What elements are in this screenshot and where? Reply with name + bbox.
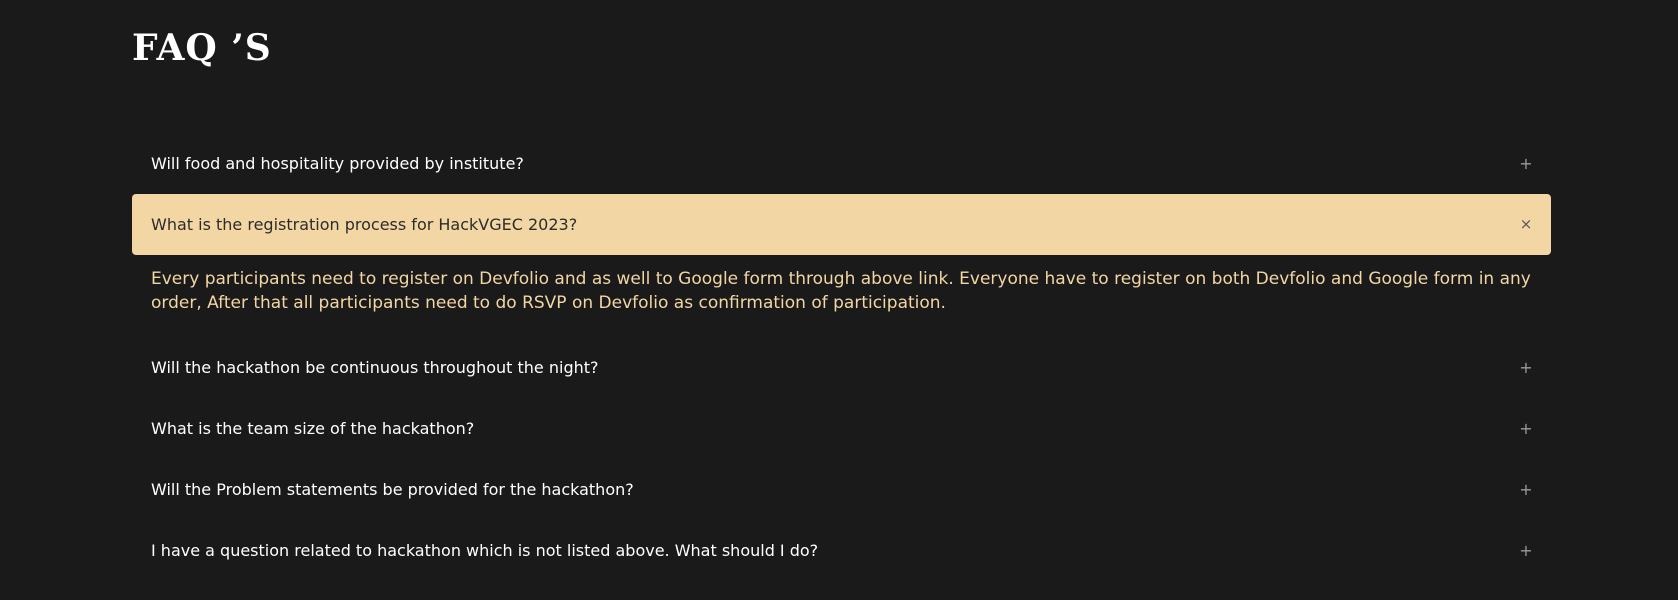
faq-question-text: What is the registration process for Hac… xyxy=(151,215,578,234)
faq-question-text: Will food and hospitality provided by in… xyxy=(151,154,524,173)
faq-section: FAQ ’S Will food and hospitality provide… xyxy=(0,0,1678,600)
plus-icon[interactable]: + xyxy=(1519,481,1533,498)
faq-question-button[interactable]: I have a question related to hackathon w… xyxy=(132,520,1551,581)
plus-icon[interactable]: + xyxy=(1519,420,1533,437)
faq-question-button[interactable]: Will the hackathon be continuous through… xyxy=(132,337,1551,398)
faq-answer: Every participants need to register on D… xyxy=(151,269,1531,313)
faq-question-text: What is the team size of the hackathon? xyxy=(151,419,475,438)
faq-item: Will the Problem statements be provided … xyxy=(132,459,1551,520)
faq-question-text: Will the hackathon be continuous through… xyxy=(151,358,599,377)
faq-item: Will food and hospitality provided by in… xyxy=(132,133,1551,194)
faq-item: Will the hackathon be continuous through… xyxy=(132,337,1551,398)
faq-list: Will food and hospitality provided by in… xyxy=(132,133,1551,581)
plus-icon[interactable]: + xyxy=(1519,542,1533,559)
faq-question-text: Will the Problem statements be provided … xyxy=(151,480,634,499)
faq-question-button[interactable]: Will the Problem statements be provided … xyxy=(132,459,1551,520)
close-icon[interactable]: × xyxy=(1519,217,1533,232)
faq-question-button[interactable]: What is the registration process for Hac… xyxy=(132,194,1551,255)
page-title: FAQ ’S xyxy=(132,27,272,69)
faq-item: What is the registration process for Hac… xyxy=(132,194,1551,337)
plus-icon[interactable]: + xyxy=(1519,359,1533,376)
faq-item: What is the team size of the hackathon? … xyxy=(132,398,1551,459)
faq-question-button[interactable]: What is the team size of the hackathon? … xyxy=(132,398,1551,459)
faq-item: I have a question related to hackathon w… xyxy=(132,520,1551,581)
faq-question-text: I have a question related to hackathon w… xyxy=(151,541,819,560)
faq-question-button[interactable]: Will food and hospitality provided by in… xyxy=(132,133,1551,194)
plus-icon[interactable]: + xyxy=(1519,155,1533,172)
